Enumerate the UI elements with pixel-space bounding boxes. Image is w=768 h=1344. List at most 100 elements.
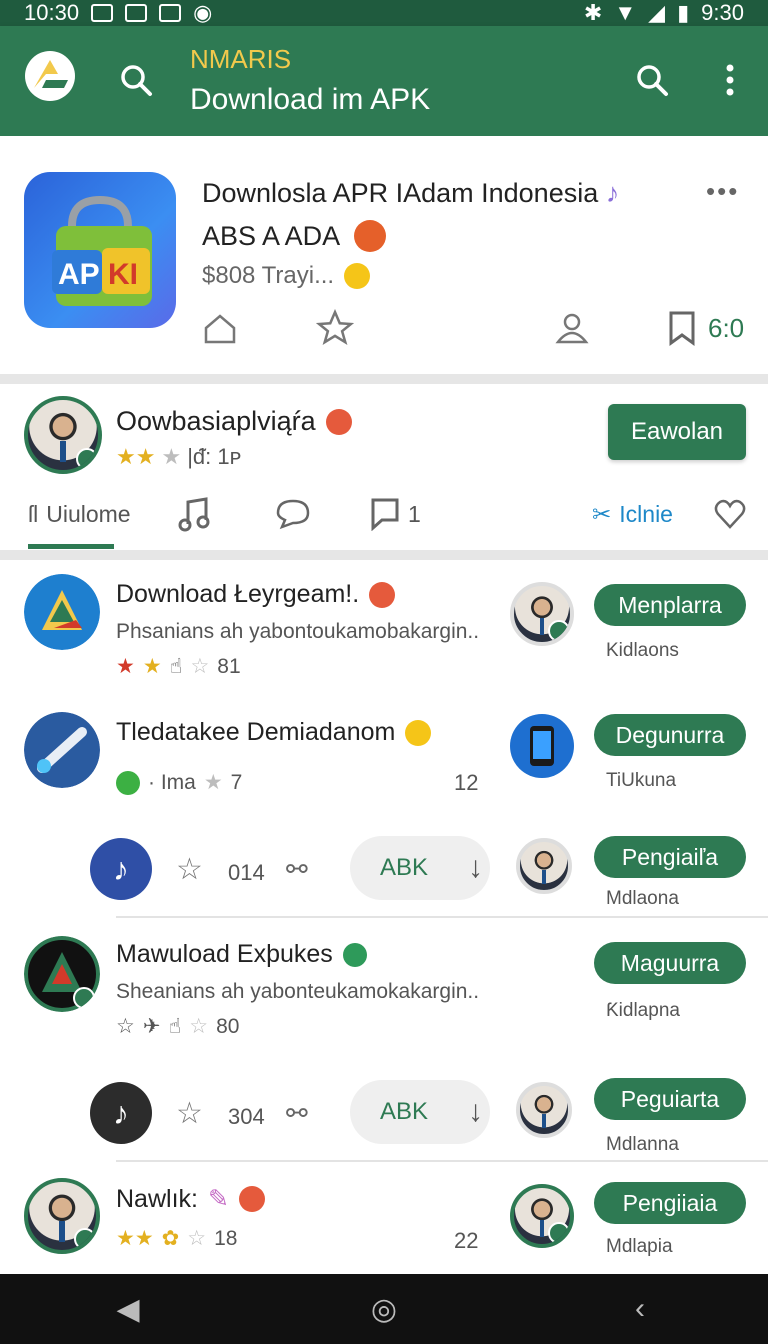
list-item-rating: 18 (214, 1226, 238, 1250)
row-divider (116, 1160, 768, 1162)
bookmark-icon (669, 311, 695, 346)
action-pill-button[interactable]: Menplarra (594, 584, 746, 626)
bookmark-button[interactable]: 6:0 (666, 308, 744, 348)
download-count: 014 (228, 860, 265, 885)
download-arrow-icon: ↓ (468, 851, 484, 884)
list-item[interactable]: Download Łeyrgeam!. Phsanians ah yabonto… (0, 560, 768, 688)
pill-caption: Mdlapia (606, 1236, 673, 1257)
list-item-desc: Phsanians ah yabontoukamobakargin.. (116, 620, 480, 643)
row-divider (116, 916, 768, 918)
pill-caption: Kidlaons (606, 640, 679, 661)
app-logo-icon[interactable] (24, 50, 76, 102)
profile-avatar[interactable] (24, 396, 102, 474)
list-item[interactable]: Tledatakee Demiadanom · Ima ★ 7 12 Degun… (0, 698, 768, 818)
publisher-avatar[interactable] (516, 1082, 572, 1138)
favorite-button[interactable] (714, 490, 746, 538)
list-item-title-text: Nawlık: (116, 1184, 198, 1213)
music-app-icon[interactable]: ♪ (90, 1082, 152, 1144)
tools-icon: ✂ (592, 500, 612, 527)
status-bar: 10:30 ◉ ✱ ▼ ◢ ▮ 9:30 (0, 0, 768, 26)
gallery-notification-icon (159, 4, 182, 22)
hot-icon (238, 1186, 265, 1212)
search-icon[interactable] (116, 60, 156, 100)
publisher-avatar[interactable] (510, 1184, 574, 1248)
music-note-icon: ♪ (605, 178, 620, 208)
app-icon[interactable] (24, 574, 100, 650)
star-icon[interactable] (316, 308, 354, 348)
bluetooth-icon: ✱ (583, 0, 603, 25)
app-avatar-icon[interactable] (24, 1178, 100, 1254)
phone-app-icon[interactable] (510, 714, 574, 778)
list-item-desc: Sheanians ah yabonteukamokakargin.. (116, 980, 480, 1003)
action-pill-button[interactable]: Maguurra (594, 942, 746, 984)
app-icon[interactable] (24, 712, 100, 788)
abk-download-button[interactable]: ABK ↓ (350, 1080, 490, 1144)
location-icon: ◉ (193, 0, 213, 25)
list-item-count: 22 (454, 1228, 479, 1253)
music-app-icon[interactable]: ♪ (90, 838, 152, 900)
featured-app-icon[interactable]: AP KI (24, 172, 176, 328)
star-icon-empty: ☆ (116, 1015, 135, 1038)
list-item-count: 12 (454, 770, 479, 795)
featured-app-price: $808 Trayi... (202, 262, 371, 290)
star-icon-filled: ★★ (116, 1227, 154, 1250)
star-icon-filled: ★★ (116, 444, 156, 469)
list-item[interactable]: Nawlık: ✎ ★★ ✿ ☆ 18 22 Pengiiaia Mdlapia (0, 1170, 768, 1274)
star-icon-filled: ★ (116, 655, 135, 678)
publisher-avatar[interactable] (516, 838, 572, 894)
tab-chat[interactable] (274, 490, 312, 538)
icon-text-ki: KI (108, 258, 138, 291)
thumbs-icon: ☝ (168, 1015, 182, 1038)
star-icon-empty: ★ (161, 444, 182, 469)
profile-name[interactable]: Oowbasiaplviąŕa (116, 406, 352, 437)
list-item-title: Nawlık: ✎ (116, 1184, 265, 1214)
user-icon[interactable] (554, 308, 590, 348)
back-icon[interactable]: ◀ (108, 1289, 148, 1329)
tab-home[interactable]: ſl Uiulome (28, 490, 131, 538)
list-item-title: Tledatakee Demiadanom (116, 718, 432, 747)
bird-icon: ✈ (142, 1015, 161, 1038)
star-icon[interactable]: ☆ (176, 1096, 203, 1131)
featured-app-card[interactable]: AP KI Downlosla APR IAdam Indonesia ♪ AB… (0, 136, 768, 374)
action-pill-button[interactable]: Pengiaiľa (594, 836, 746, 878)
home-icon[interactable] (202, 308, 238, 348)
share-icon[interactable]: ⚯ (286, 854, 308, 885)
badge-icon: ✿ (161, 1227, 180, 1250)
overflow-menu-icon[interactable] (712, 60, 748, 100)
download-count: 304 (228, 1104, 265, 1129)
tab-link[interactable]: ✂ Iclnie (592, 490, 673, 538)
action-pill-button[interactable]: Pengiiaia (594, 1182, 746, 1224)
list-item-title-text: Mawuload Exþukes (116, 940, 333, 968)
pill-caption: Ƙidlapna (606, 1000, 680, 1021)
signal-icon: ◢ (648, 0, 666, 25)
follow-button[interactable]: Eawolan (608, 404, 746, 460)
featured-app-subtitle-text: ABS A ADA (202, 220, 341, 251)
pill-caption: TiUkuna (606, 770, 677, 791)
smiley-icon (344, 263, 371, 289)
recent-apps-icon[interactable]: ‹ (620, 1289, 660, 1329)
home-button-icon[interactable]: ◎ (364, 1289, 404, 1329)
profile-rating: ★★ ★ |ᵭ: 1ᴘ (116, 444, 241, 470)
list-item-rating: 7 (230, 770, 243, 794)
profile-rating-text: |ᵭ: 1ᴘ (187, 444, 242, 469)
action-pill-button[interactable]: Peguiarta (594, 1078, 746, 1120)
abk-download-button[interactable]: ABK ↓ (350, 836, 490, 900)
download-arrow-icon: ↓ (468, 1095, 484, 1128)
star-icon[interactable]: ☆ (176, 852, 203, 887)
tab-comments[interactable]: 1 (370, 490, 421, 538)
section-divider (0, 374, 768, 384)
more-options-icon[interactable]: ••• (706, 176, 739, 207)
app-icon[interactable] (24, 936, 100, 1012)
publisher-avatar[interactable] (510, 582, 574, 646)
list-item[interactable]: Mawuload Exþukes Sheanians ah yabonteuka… (0, 926, 768, 1056)
feature-actions: 6:0 (202, 308, 750, 348)
profile-tabs: ſl Uiulome 1 ✂ Iclnie (0, 490, 768, 550)
search-icon-right[interactable] (632, 60, 672, 100)
tab-music[interactable] (178, 490, 210, 538)
star-icon-empty: ☆ (189, 1015, 209, 1038)
smiley-icon (405, 719, 432, 746)
status-left: 10:30 ◉ (24, 0, 212, 26)
share-icon[interactable]: ⚯ (286, 1098, 308, 1129)
featured-app-title[interactable]: Downlosla APR IAdam Indonesia ♪ (202, 178, 619, 209)
action-pill-button[interactable]: Degunurra (594, 714, 746, 756)
